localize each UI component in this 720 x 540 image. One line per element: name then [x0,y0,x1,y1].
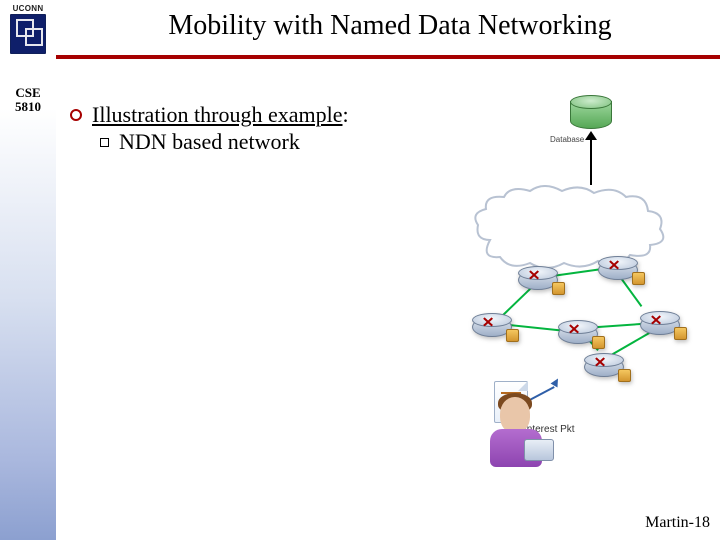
circle-bullet-icon [70,109,82,121]
database-icon [570,95,612,131]
logo-text: UCONN [8,4,48,13]
database-label: Database [550,135,584,144]
content-area: Illustration through example: NDN based … [70,102,410,155]
slide-footer: Martin-18 [645,514,710,532]
router-icon: ✕ [598,250,646,284]
bullet-level-2: NDN based network [100,129,410,155]
router-icon: ✕ [472,307,520,341]
router-icon: ✕ [640,305,688,339]
sub-bullet-text: NDN based network [119,129,300,155]
router-icon: ✕ [518,260,566,294]
sidebar-gradient [0,0,56,540]
network-diagram: Database ✕ ✕ ✕ ✕ ✕ ✕ Interest Pkt [430,95,690,455]
title-area: Mobility with Named Data Networking [70,10,710,42]
arrow-up-icon [585,131,597,140]
course-code: CSE 5810 [6,86,50,113]
bullet-level-1: Illustration through example: [70,102,410,127]
logo-mark-icon [10,14,46,54]
arrow-line [590,135,592,185]
router-icon: ✕ [558,314,606,348]
university-logo: UCONN [8,4,48,54]
square-bullet-icon [100,138,109,147]
user-person-icon [488,393,560,473]
bullet-text: Illustration through example: [92,102,349,127]
phone-icon [524,439,554,461]
title-underline [56,55,720,59]
router-icon: ✕ [584,347,632,381]
slide-title: Mobility with Named Data Networking [70,10,710,42]
